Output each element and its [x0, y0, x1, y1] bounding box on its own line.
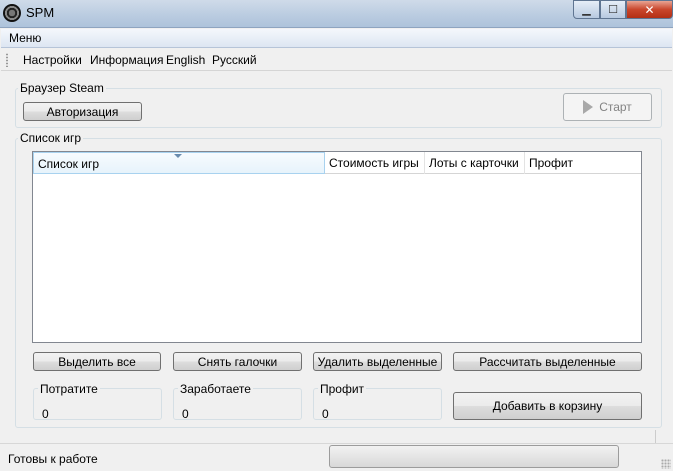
divider	[655, 430, 656, 444]
profit-box: Профит 0	[313, 382, 442, 421]
menu-bar: Меню	[1, 29, 672, 48]
sort-arrow-icon	[174, 154, 182, 158]
profit-value: 0	[322, 407, 329, 421]
profit-label: Профит	[318, 382, 367, 396]
start-button-label: Старт	[599, 100, 632, 114]
column-header-price-label: Стоимость игры	[329, 156, 419, 170]
progress-bar	[329, 445, 619, 468]
column-header-games-label: Список игр	[38, 157, 100, 171]
column-header-profit-label: Профит	[529, 156, 574, 170]
auth-button-label: Авторизация	[46, 104, 119, 119]
calculate-selected-button[interactable]: Рассчитать выделенные	[453, 352, 642, 371]
uncheck-label: Снять галочки	[197, 354, 278, 369]
earn-box: Заработаете 0	[173, 382, 302, 421]
spend-label: Потратите	[38, 382, 100, 396]
spend-box: Потратите 0	[33, 382, 162, 421]
games-group-label: Список игр	[18, 131, 84, 145]
games-list[interactable]: Список игр Стоимость игры Лоты с карточк…	[32, 151, 642, 343]
column-header-lots[interactable]: Лоты с карточки	[425, 152, 525, 174]
earn-label: Заработаете	[178, 382, 253, 396]
toolbar-english[interactable]: English	[166, 53, 205, 67]
games-list-header: Список игр Стоимость игры Лоты с карточк…	[33, 152, 641, 174]
status-bar: Готовы к работе	[0, 443, 673, 471]
toolbar-settings[interactable]: Настройки	[23, 53, 82, 67]
browser-group-label: Браузер Steam	[18, 81, 106, 95]
delete-selected-button[interactable]: Удалить выделенные	[313, 352, 442, 371]
uncheck-button[interactable]: Снять галочки	[173, 352, 302, 371]
start-button[interactable]: Старт	[563, 93, 652, 121]
window-controls: ▁ ☐ ✕	[573, 0, 673, 20]
select-all-button[interactable]: Выделить все	[33, 352, 161, 371]
menu-item-main[interactable]: Меню	[9, 31, 41, 45]
window-title: SPM	[26, 5, 55, 20]
close-button[interactable]: ✕	[626, 0, 673, 19]
earn-value: 0	[182, 407, 189, 421]
spend-value: 0	[42, 407, 49, 421]
select-all-label: Выделить все	[58, 354, 136, 369]
column-header-profit[interactable]: Профит	[525, 152, 641, 174]
resize-grip-icon[interactable]	[661, 459, 671, 469]
status-text: Готовы к работе	[8, 452, 98, 466]
maximize-icon: ☐	[608, 4, 618, 16]
toolbar-info[interactable]: Информация	[90, 53, 163, 67]
title-bar[interactable]: SPM ▁ ☐ ✕	[0, 0, 673, 28]
play-icon	[583, 100, 594, 114]
minimize-icon: ▁	[582, 4, 591, 16]
toolbar-grip[interactable]	[6, 53, 8, 67]
toolbar: Настройки Информация English Русский	[1, 49, 672, 71]
close-icon: ✕	[644, 2, 655, 17]
column-header-lots-label: Лоты с карточки	[429, 156, 519, 170]
column-header-price[interactable]: Стоимость игры	[325, 152, 425, 174]
maximize-button[interactable]: ☐	[600, 0, 626, 19]
app-icon	[3, 4, 21, 22]
delete-selected-label: Удалить выделенные	[317, 354, 438, 369]
add-to-cart-label: Добавить в корзину	[492, 399, 603, 413]
column-header-games[interactable]: Список игр	[33, 152, 325, 174]
toolbar-russian[interactable]: Русский	[212, 53, 257, 67]
add-to-cart-button[interactable]: Добавить в корзину	[453, 392, 642, 420]
auth-button[interactable]: Авторизация	[23, 102, 142, 121]
minimize-button[interactable]: ▁	[573, 0, 600, 19]
calculate-selected-label: Рассчитать выделенные	[479, 354, 616, 369]
